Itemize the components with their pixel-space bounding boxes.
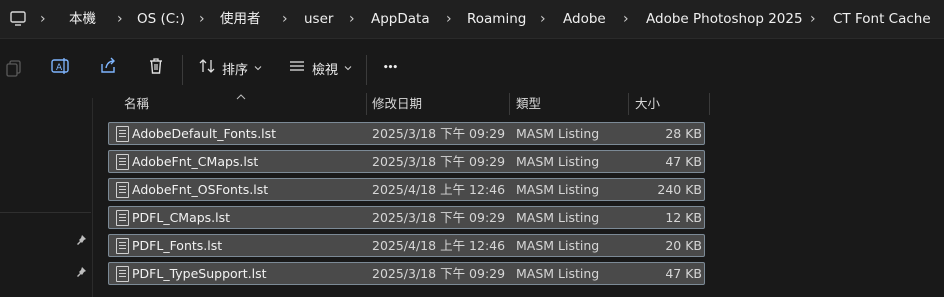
file-size: 12 KB [665, 210, 702, 225]
column-divider[interactable] [628, 93, 629, 115]
share-icon [98, 56, 118, 80]
breadcrumb-separator[interactable]: › [540, 0, 546, 38]
rename-icon: A [50, 56, 70, 80]
breadcrumb-item-ct-font-cache[interactable]: CT Font Cache [833, 0, 931, 38]
file-row[interactable]: AdobeFnt_OSFonts.lst 2025/4/18 上午 12:46 … [108, 178, 705, 201]
file-icon [116, 182, 129, 198]
breadcrumb-item-users[interactable]: 使用者 [220, 0, 261, 38]
delete-button[interactable] [142, 52, 170, 84]
file-name: AdobeFnt_CMaps.lst [132, 154, 259, 169]
file-type: MASM Listing [516, 126, 600, 141]
file-row[interactable]: PDFL_Fonts.lst 2025/4/18 上午 12:46 MASM L… [108, 234, 705, 257]
breadcrumb-separator[interactable]: › [810, 0, 816, 38]
breadcrumb-separator[interactable]: › [40, 0, 46, 38]
view-list-icon [288, 57, 306, 79]
file-row[interactable]: AdobeFnt_CMaps.lst 2025/3/18 下午 09:29 MA… [108, 150, 705, 173]
breadcrumb-separator[interactable]: › [623, 0, 629, 38]
breadcrumb-item-adobe-photoshop-2025[interactable]: Adobe Photoshop 2025 [646, 0, 803, 38]
breadcrumb-item-os-drive[interactable]: OS (C:) [137, 0, 185, 38]
copy-button[interactable] [0, 54, 28, 86]
toolbar-divider [366, 55, 367, 85]
file-type: MASM Listing [516, 210, 600, 225]
file-name: AdobeFnt_OSFonts.lst [132, 182, 269, 197]
view-button[interactable]: 檢視 [284, 52, 356, 84]
file-icon [116, 210, 129, 226]
file-row[interactable]: PDFL_CMaps.lst 2025/3/18 下午 09:29 MASM L… [108, 206, 705, 229]
file-name: PDFL_CMaps.lst [132, 210, 231, 225]
column-header-modified[interactable]: 修改日期 [372, 92, 422, 116]
file-size: 47 KB [665, 154, 702, 169]
column-divider[interactable] [509, 93, 510, 115]
sort-icon [198, 57, 216, 79]
pin-icon[interactable] [75, 266, 87, 282]
file-name: PDFL_Fonts.lst [132, 238, 223, 253]
file-modified: 2025/3/18 下午 09:29 [372, 126, 506, 141]
more-options-button[interactable]: ••• [376, 52, 404, 84]
file-icon [116, 266, 129, 282]
file-modified: 2025/4/18 上午 12:46 [372, 182, 506, 197]
column-divider[interactable] [366, 93, 367, 115]
file-type: MASM Listing [516, 266, 600, 281]
computer-icon[interactable] [8, 9, 28, 33]
file-size: 240 KB [657, 182, 702, 197]
file-row[interactable]: PDFL_TypeSupport.lst 2025/3/18 下午 09:29 … [108, 262, 705, 285]
file-modified: 2025/3/18 下午 09:29 [372, 154, 506, 169]
column-header-name[interactable]: 名稱 [124, 92, 149, 116]
file-row[interactable]: AdobeDefault_Fonts.lst 2025/3/18 下午 09:2… [108, 122, 705, 145]
file-icon [116, 126, 129, 142]
view-label: 檢視 [311, 62, 338, 78]
breadcrumb-separator[interactable]: › [446, 0, 452, 38]
sort-button[interactable]: 排序 [194, 52, 266, 84]
file-size: 47 KB [665, 266, 702, 281]
sort-label: 排序 [221, 62, 248, 78]
navigation-pane[interactable] [0, 98, 93, 297]
breadcrumb-separator[interactable]: › [117, 0, 123, 38]
file-type: MASM Listing [516, 238, 600, 253]
file-icon [116, 238, 129, 254]
file-type: MASM Listing [516, 154, 600, 169]
trash-icon [146, 56, 166, 80]
more-icon: ••• [382, 63, 398, 73]
nav-divider [0, 212, 91, 213]
copy-icon [5, 59, 23, 81]
breadcrumb-separator[interactable]: › [199, 0, 205, 38]
file-modified: 2025/3/18 下午 09:29 [372, 266, 506, 281]
file-type: MASM Listing [516, 182, 600, 197]
column-header-type[interactable]: 類型 [516, 92, 541, 116]
breadcrumb-separator[interactable]: › [349, 0, 355, 38]
file-name: AdobeDefault_Fonts.lst [132, 126, 277, 141]
breadcrumb-item-roaming[interactable]: Roaming [467, 0, 526, 38]
pin-icon[interactable] [75, 234, 87, 250]
breadcrumb-item-adobe[interactable]: Adobe [563, 0, 606, 38]
file-modified: 2025/3/18 下午 09:29 [372, 210, 506, 225]
svg-text:A: A [56, 63, 63, 73]
breadcrumb-item-this-pc[interactable]: 本機 [69, 0, 96, 38]
breadcrumb-item-user[interactable]: user [304, 0, 333, 38]
rename-button[interactable]: A [46, 52, 74, 84]
file-size: 28 KB [665, 126, 702, 141]
file-size: 20 KB [665, 238, 702, 253]
file-name: PDFL_TypeSupport.lst [132, 266, 267, 281]
breadcrumb-item-appdata[interactable]: AppData [371, 0, 430, 38]
file-icon [116, 154, 129, 170]
chevron-down-icon [254, 61, 262, 76]
breadcrumb-bar: › 本機 › OS (C:) › 使用者 › user › AppData › … [0, 0, 944, 38]
file-modified: 2025/4/18 上午 12:46 [372, 238, 506, 253]
sort-ascending-indicator-icon [236, 89, 246, 104]
column-header-size[interactable]: 大小 [635, 92, 660, 116]
column-divider[interactable] [709, 93, 710, 115]
breadcrumb-separator[interactable]: › [282, 0, 288, 38]
chevron-down-icon [344, 61, 352, 76]
toolbar-divider [182, 55, 183, 85]
share-button[interactable] [94, 52, 122, 84]
